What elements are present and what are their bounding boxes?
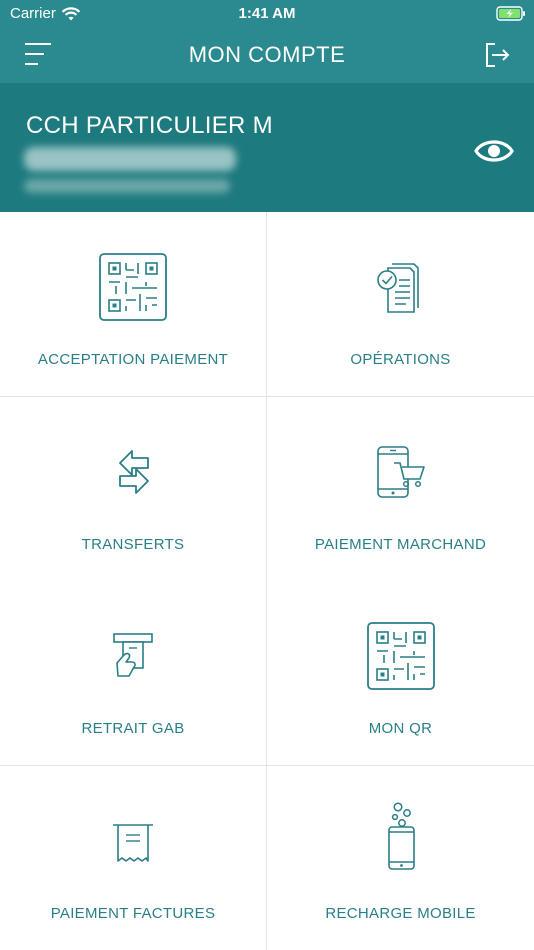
- tile-label: MON QR: [368, 720, 433, 737]
- tile-operations[interactable]: OPÉRATIONS: [267, 212, 534, 397]
- tile-paiement-factures[interactable]: PAIEMENT FACTURES: [0, 766, 267, 950]
- header: Carrier 1:41 AM MON COMPTE: [0, 0, 534, 83]
- status-time: 1:41 AM: [238, 5, 296, 22]
- account-name: CCH PARTICULIER M: [26, 112, 273, 139]
- document-check-icon: [376, 263, 419, 313]
- masked-holder-name: [24, 147, 236, 171]
- logout-icon[interactable]: [482, 40, 512, 70]
- tile-label: ACCEPTATION PAIEMENT: [37, 351, 229, 368]
- tile-acceptation-paiement[interactable]: ACCEPTATION PAIEMENT: [0, 212, 267, 397]
- qr-code-icon: [99, 253, 167, 321]
- page-title: MON COMPTE: [188, 42, 346, 67]
- services-grid: ACCEPTATION PAIEMENT OPÉRATIONS TRANSFER…: [0, 212, 534, 950]
- atm-withdraw-icon: [113, 633, 153, 677]
- tile-label: PAIEMENT FACTURES: [50, 905, 216, 922]
- navigation-bar: MON COMPTE: [0, 28, 534, 83]
- account-header: CCH PARTICULIER M: [0, 83, 534, 212]
- tile-label: RECHARGE MOBILE: [325, 905, 476, 922]
- tile-label: RETRAIT GAB: [81, 720, 185, 737]
- tile-mon-qr[interactable]: MON QR: [267, 581, 534, 766]
- tile-paiement-marchand[interactable]: PAIEMENT MARCHAND: [267, 397, 534, 582]
- eye-icon[interactable]: [474, 133, 514, 169]
- masked-account-number: [24, 179, 230, 193]
- tile-label: OPÉRATIONS: [350, 351, 451, 368]
- tile-recharge-mobile[interactable]: RECHARGE MOBILE: [267, 766, 534, 950]
- phone-cart-icon: [376, 446, 425, 498]
- tile-label: PAIEMENT MARCHAND: [314, 536, 487, 553]
- mobile-recharge-icon: [387, 802, 415, 870]
- tile-label: TRANSFERTS: [81, 536, 185, 553]
- battery-charging-icon: [496, 6, 525, 21]
- status-bar: Carrier 1:41 AM: [0, 0, 534, 28]
- bill-receipt-icon: [113, 824, 153, 862]
- transfer-arrows-icon: [119, 450, 149, 494]
- tile-transferts[interactable]: TRANSFERTS: [0, 397, 267, 582]
- qr-code-icon: [366, 622, 435, 690]
- tile-retrait-gab[interactable]: RETRAIT GAB: [0, 581, 267, 766]
